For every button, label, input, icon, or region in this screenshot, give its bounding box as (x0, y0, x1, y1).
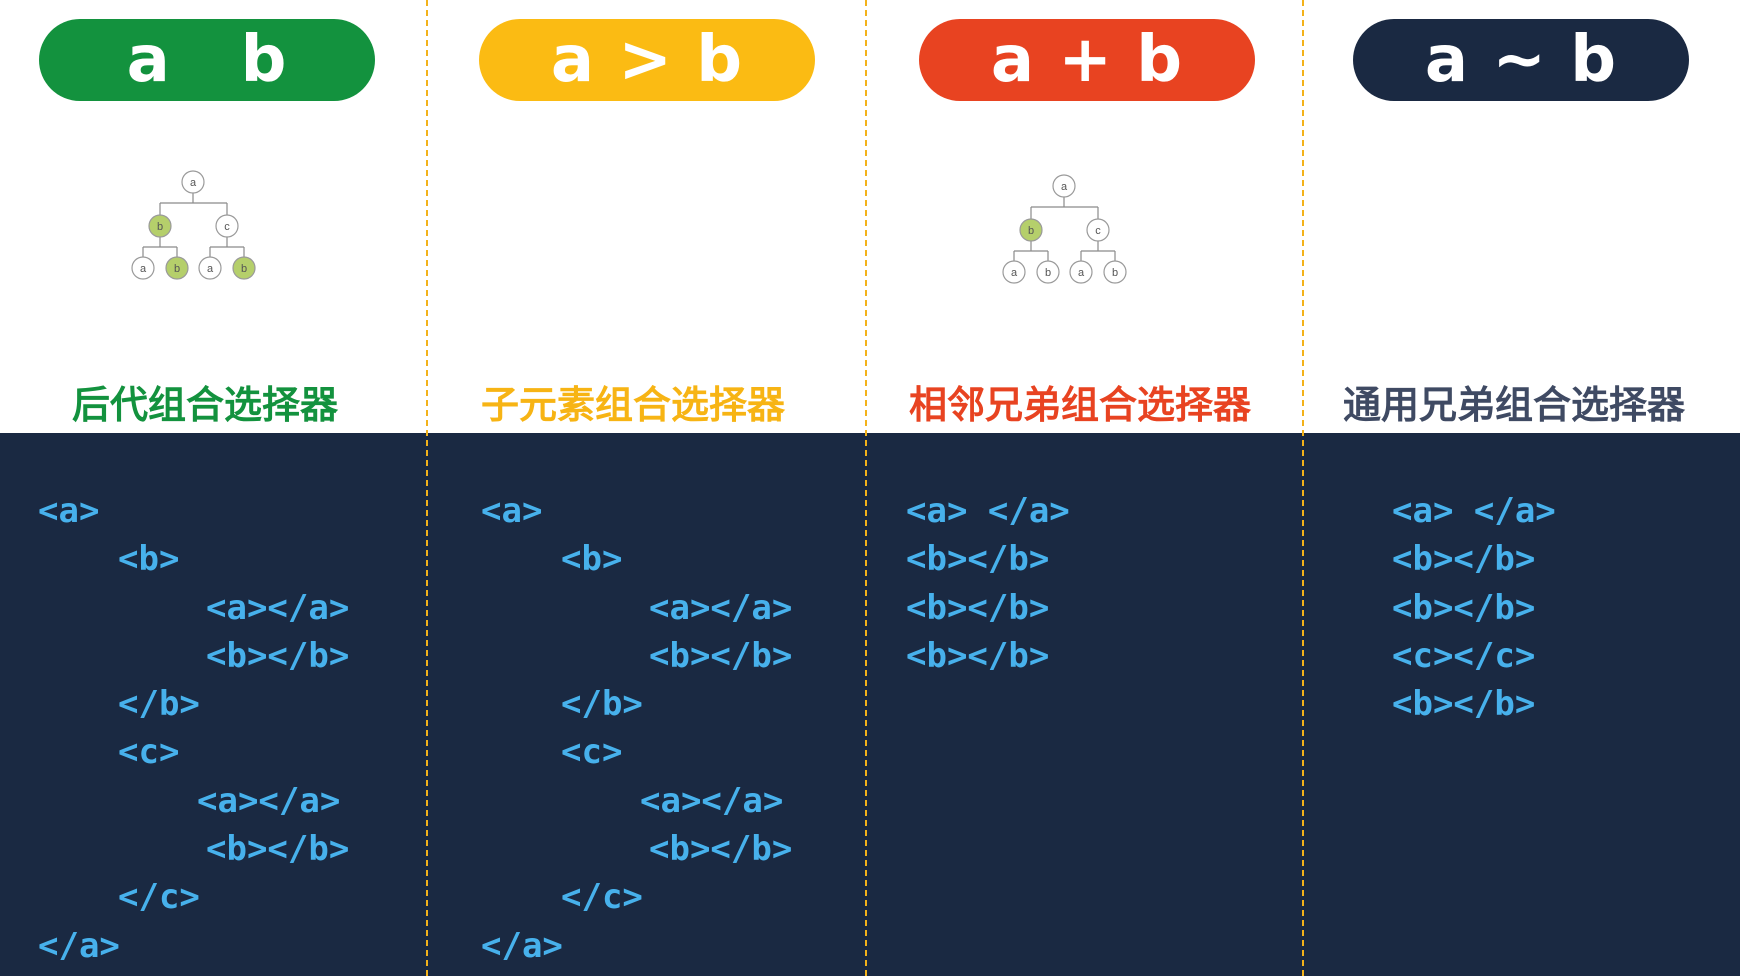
html-code-block: <a> </a> <b></b> <b></b> <c></c> <b></b> (1392, 487, 1556, 728)
page-edge (1740, 0, 1744, 976)
code-line: <b></b> (1392, 684, 1536, 725)
code-line: <a> </a> (1392, 491, 1556, 531)
column-general-sibling-combinator: a ~ b abbcb 通用兄弟组合选择器 <a> </a><b></b><b>… (1303, 0, 1740, 976)
html-code-block: <a> </a> <b></b> <b></b> <b></b> (906, 487, 1070, 680)
column-descendant-combinator: a b a b a b c a b 后代组合选择器 <a> <b> <a></a> <b></b>… (0, 0, 427, 976)
combinator-caption: 相邻兄弟组合选择器 (909, 382, 1252, 427)
combinator-caption: 后代组合选择器 (72, 382, 339, 427)
code-line: <c> (561, 732, 623, 773)
column-divider (1302, 0, 1304, 976)
selector-pill: a b (39, 19, 375, 101)
svg-text:a: a (140, 263, 147, 275)
code-line: <a> (38, 491, 100, 531)
code-line: <a> </a> (906, 491, 1070, 531)
code-line: </b> (118, 684, 200, 725)
code-line: <c></c> (1392, 635, 1536, 676)
svg-text:b: b (241, 263, 247, 275)
tree-node: a (181, 170, 205, 194)
code-line: <a></a> (206, 587, 350, 628)
selector-pill: a + b (919, 19, 1255, 101)
html-code-block: <a> <b> <a></a> <b></b> </b> <c> <a></a> <b></b… (38, 487, 349, 970)
code-line: <b></b> (649, 829, 793, 870)
svg-text:a: a (207, 263, 214, 275)
svg-text:c: c (224, 221, 230, 233)
tree-node-highlighted: b (232, 256, 256, 280)
svg-text:a: a (190, 177, 197, 189)
code-line: <a></a> (640, 780, 784, 821)
code-line: </c> (561, 877, 643, 918)
code-line: <a></a> (197, 780, 341, 821)
tree-node: c (215, 214, 239, 238)
code-line: <c> (118, 732, 180, 773)
column-divider (865, 0, 867, 976)
code-line: </a> (38, 925, 120, 966)
svg-text:b: b (174, 263, 180, 275)
tree-node-highlighted: b (165, 256, 189, 280)
code-line: <b></b> (1392, 539, 1536, 580)
code-line: <b> (118, 539, 180, 580)
selector-pill: a ~ b (1353, 19, 1689, 101)
tree-node-highlighted: b (148, 214, 172, 238)
selector-infographic: a b ababcab 后代组合选择器 <a> <b> <a></a> <b></b>… (0, 0, 1744, 976)
tree-diagram: a b a b c a b (131, 170, 256, 280)
combinator-caption: 子元素组合选择器 (481, 382, 786, 427)
column-divider (426, 0, 428, 976)
column-child-combinator: a > b ababcab 子元素组合选择器 <a> <b> <a></a> <b><… (427, 0, 1127, 976)
code-line: </c> (118, 877, 200, 918)
code-line: <b></b> (906, 539, 1050, 580)
column-adjacent-sibling-combinator: a + b abbb 相邻兄弟组合选择器 <a> </a><b></b><b><… (866, 0, 1303, 976)
code-line: <b></b> (206, 635, 350, 676)
code-line: <a></a> (649, 587, 793, 628)
code-line: </b> (561, 684, 643, 725)
tree-node: a (198, 256, 222, 280)
code-line: <b></b> (206, 829, 350, 870)
selector-pill: a > b (479, 19, 815, 101)
combinator-caption: 通用兄弟组合选择器 (1343, 382, 1686, 427)
code-line: <b></b> (906, 587, 1050, 628)
tree-node: a (131, 256, 155, 280)
svg-text:b: b (157, 221, 163, 233)
code-line: <b></b> (649, 635, 793, 676)
code-line: <b></b> (1392, 587, 1536, 628)
code-line: <b></b> (906, 635, 1050, 676)
html-code-block: <a> <b> <a></a> <b></b> </b> <c> <a></a> <b></b… (481, 487, 792, 970)
code-line: <b> (561, 539, 623, 580)
code-line: <a> (481, 491, 543, 531)
code-line: </a> (481, 925, 563, 966)
